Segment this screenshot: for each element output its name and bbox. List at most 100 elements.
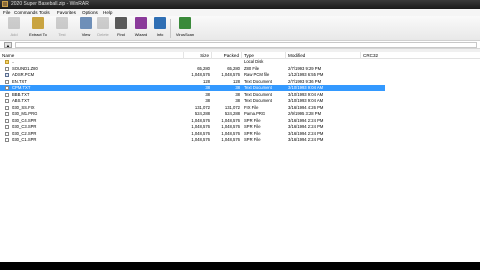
file-name: BBB.TXT bbox=[12, 91, 30, 97]
view-icon bbox=[80, 17, 92, 29]
file-icon bbox=[5, 66, 9, 71]
col-size[interactable]: Size bbox=[184, 52, 212, 59]
virusscan-label: VirusScan bbox=[175, 32, 195, 37]
file-name: 030_C2.SPR bbox=[12, 130, 37, 136]
file-type: Text Document bbox=[244, 78, 272, 84]
address-bar: ▲ bbox=[0, 41, 480, 49]
find-icon bbox=[115, 17, 127, 29]
file-name: 030_C1.SPR bbox=[12, 137, 37, 142]
col-name[interactable]: Name bbox=[0, 52, 184, 59]
file-packed: 38 bbox=[235, 91, 240, 97]
file-size: 1,048,576 bbox=[191, 137, 210, 142]
file-modified: 2/7/1993 9:29 PM bbox=[288, 65, 322, 71]
file-size: 1,048,576 bbox=[191, 130, 210, 136]
find-button[interactable]: Find bbox=[110, 17, 132, 39]
title-bar[interactable]: 2020 Super Baseball.zip - WinRAR bbox=[0, 0, 480, 9]
path-field[interactable] bbox=[15, 42, 477, 48]
file-size: 38 bbox=[205, 98, 210, 103]
file-icon bbox=[5, 131, 9, 136]
file-packed: 128 bbox=[233, 78, 240, 84]
test-label: Test bbox=[58, 32, 66, 37]
file-row[interactable]: SOUND1.Z80 65,280 65,280 Z80 File 2/7/1993 9… bbox=[0, 66, 480, 72]
file-packed: 65,280 bbox=[227, 65, 240, 71]
column-header: Name Size Packed Type Modified CRC32 bbox=[0, 52, 480, 59]
col-modified[interactable]: Modified bbox=[286, 52, 361, 59]
add-label: Add bbox=[10, 32, 18, 37]
extract-to-label: Extract To bbox=[29, 32, 47, 37]
file-modified: 3/16/1994 2:24 PM bbox=[288, 130, 324, 136]
file-packed: 38 bbox=[235, 98, 240, 103]
file-packed: 1,048,576 bbox=[221, 117, 240, 123]
parent-folder-icon bbox=[5, 60, 9, 64]
wizard-icon bbox=[135, 17, 147, 29]
info-label: Info bbox=[156, 32, 164, 37]
winrar-app-icon[interactable] bbox=[2, 1, 8, 7]
file-size: 1,048,576 bbox=[191, 72, 210, 77]
file-row[interactable]: BBB.TXT 38 38 Text Document 3/10/1993 9:04 A… bbox=[0, 92, 480, 98]
file-icon bbox=[5, 99, 9, 103]
menu-help[interactable]: Help bbox=[103, 9, 112, 16]
file-name: EN.TXT bbox=[12, 78, 27, 84]
file-packed: 1,048,576 bbox=[221, 72, 240, 77]
file-row[interactable]: EN.TXT 128 128 Text Document 2/7/1993 9:36 P… bbox=[0, 79, 480, 85]
file-name: SOUND1.Z80 bbox=[12, 65, 38, 71]
test-button[interactable]: Test bbox=[51, 17, 73, 39]
file-row[interactable]: ADSR.PCM 1,048,576 1,048,576 Raw PCM file 1/… bbox=[0, 72, 480, 78]
file-type: SPR File bbox=[244, 137, 261, 142]
file-size: 131,072 bbox=[194, 104, 210, 110]
file-row[interactable]: 030_C2.SPR 1,048,576 1,048,576 SPR File 3/16… bbox=[0, 131, 480, 137]
menu-options[interactable]: Options bbox=[82, 9, 98, 16]
file-icon bbox=[5, 105, 9, 110]
extract-to-button[interactable]: Extract To bbox=[27, 17, 49, 39]
file-type: Text Document bbox=[244, 98, 272, 103]
extract-icon bbox=[32, 17, 44, 29]
col-packed[interactable]: Packed bbox=[212, 52, 242, 59]
file-modified: 3/10/1993 9:04 AM bbox=[288, 91, 324, 97]
file-modified: 3/16/1994 2:24 PM bbox=[288, 137, 324, 142]
file-row[interactable]: 030_C4.SPR 1,048,576 1,048,576 SPR File 3/16… bbox=[0, 118, 480, 124]
file-icon bbox=[5, 138, 9, 142]
file-icon bbox=[5, 79, 9, 84]
find-label: Find bbox=[117, 32, 125, 37]
file-name: 030_C3.SPR bbox=[12, 124, 37, 129]
test-icon bbox=[56, 17, 68, 29]
file-row[interactable]: 030_M1.PRG 524,288 524,288 Pama.PRG 2/9/1995… bbox=[0, 111, 480, 117]
menu-tools[interactable]: Tools bbox=[39, 9, 50, 16]
toolbar: Add Extract To Test View Delete Find Wiz… bbox=[0, 16, 480, 41]
file-row[interactable]: CPM.TXT 38 38 Text Document 3/10/1993 9:04 A… bbox=[0, 85, 480, 91]
col-type[interactable]: Type bbox=[242, 52, 286, 59]
menu-file[interactable]: File bbox=[3, 9, 10, 16]
file-name: 030_C4.SPR bbox=[12, 117, 37, 123]
virusscan-button[interactable]: VirusScan bbox=[174, 17, 196, 39]
col-crc32[interactable]: CRC32 bbox=[361, 52, 421, 59]
file-row[interactable]: 030_C1.SPR 1,048,576 1,048,576 SPR File 3/16… bbox=[0, 137, 480, 143]
file-type: SPR File bbox=[244, 117, 261, 123]
file-packed: 524,288 bbox=[224, 111, 240, 116]
info-button[interactable]: Info bbox=[149, 17, 171, 39]
winrar-window: 2020 Super Baseball.zip - WinRAR File Co… bbox=[0, 0, 480, 262]
file-modified: 3/10/1993 9:04 AM bbox=[288, 85, 324, 90]
file-name: 030_SS.FIX bbox=[12, 104, 35, 110]
file-modified: 2/7/1993 9:36 PM bbox=[288, 78, 322, 84]
file-icon bbox=[5, 92, 9, 97]
status-bar bbox=[0, 262, 480, 270]
menu-favorites[interactable]: Favorites bbox=[57, 9, 76, 16]
up-folder-button[interactable]: ▲ bbox=[4, 42, 12, 48]
delete-icon bbox=[97, 17, 109, 29]
file-row[interactable]: .. Local Disk bbox=[0, 59, 480, 65]
add-button[interactable]: Add bbox=[3, 17, 25, 39]
file-size: 524,288 bbox=[194, 111, 210, 116]
menu-commands[interactable]: Commands bbox=[14, 9, 38, 16]
file-modified: 3/16/1994 4:26 PM bbox=[288, 104, 324, 110]
file-modified: 3/16/1994 2:24 PM bbox=[288, 124, 324, 129]
file-type: Local Disk bbox=[244, 59, 264, 64]
file-packed: 131,072 bbox=[224, 104, 240, 110]
file-row[interactable]: ABS.TXT 38 38 Text Document 3/10/1993 9:04 A… bbox=[0, 98, 480, 104]
file-packed: 1,048,576 bbox=[221, 130, 240, 136]
file-type: Text Document bbox=[244, 91, 272, 97]
file-row[interactable]: 030_SS.FIX 131,072 131,072 FIX File 3/16/199… bbox=[0, 105, 480, 111]
file-size: 38 bbox=[205, 91, 210, 97]
file-row[interactable]: 030_C3.SPR 1,048,576 1,048,576 SPR File 3/16… bbox=[0, 124, 480, 130]
file-packed: 1,048,576 bbox=[221, 137, 240, 142]
window-title: 2020 Super Baseball.zip - WinRAR bbox=[11, 1, 89, 7]
